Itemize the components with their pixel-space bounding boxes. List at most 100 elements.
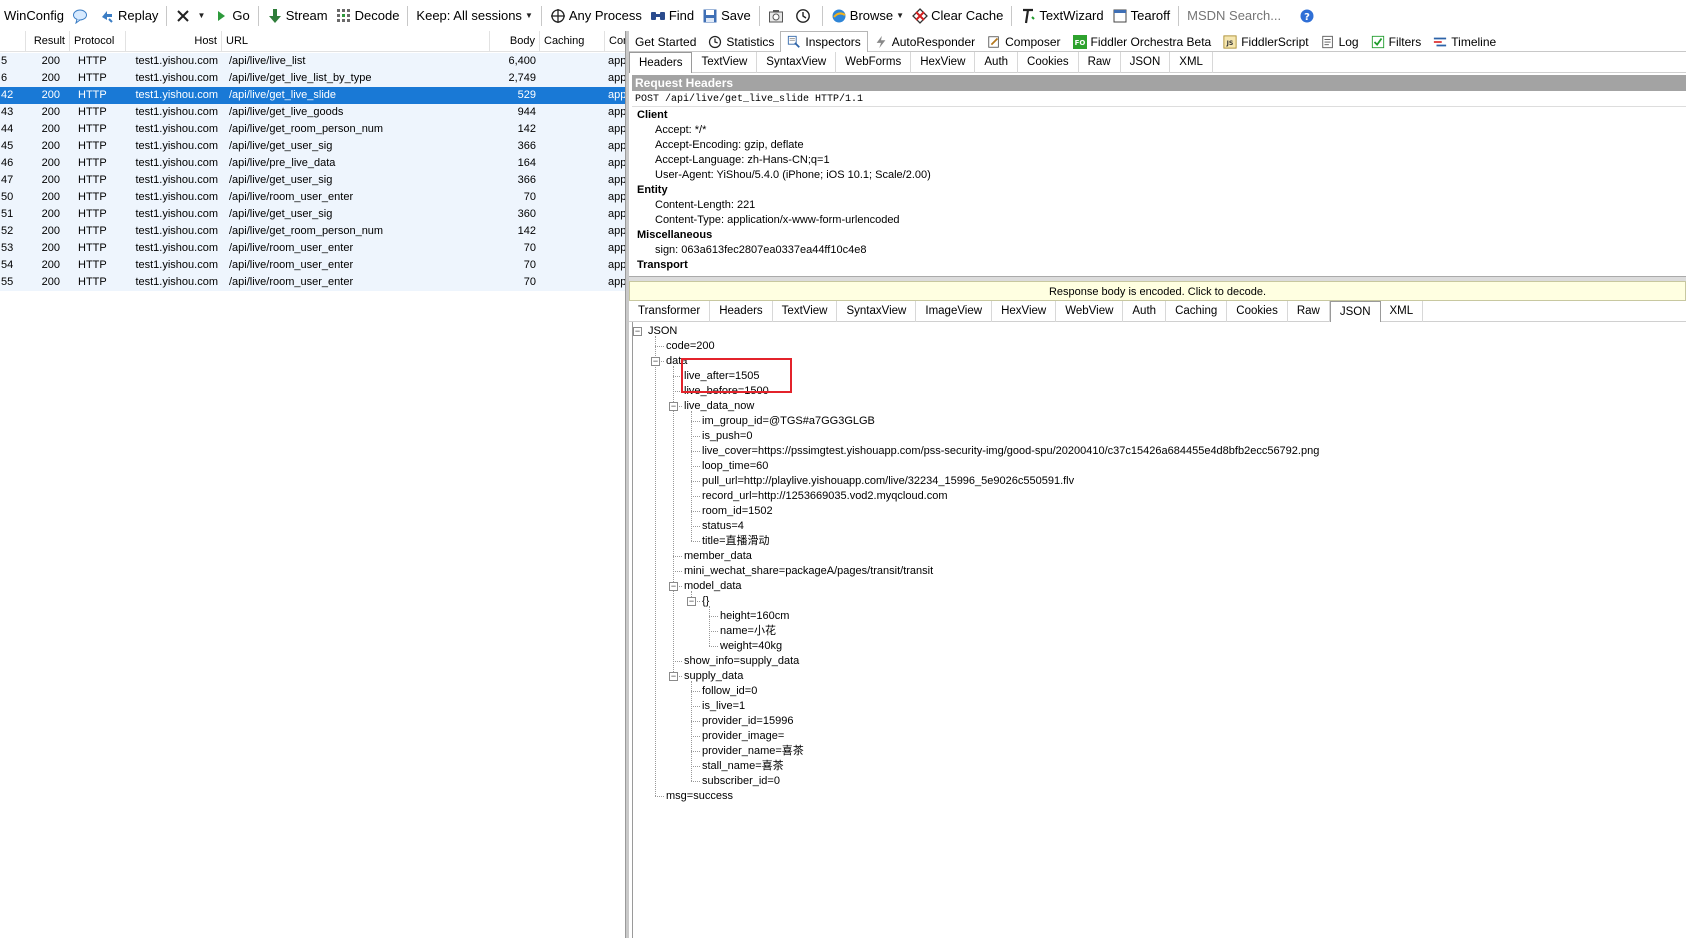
tab-fiddler-orchestra-beta[interactable]: FO Fiddler Orchestra Beta [1067,31,1218,52]
json-tree-node[interactable]: provider_id=15996 [702,714,793,729]
json-tree-node[interactable]: pull_url=http://playlive.yishouapp.com/l… [702,474,1074,489]
json-tree-node[interactable]: record_url=http://1253669035.vod2.myqclo… [702,489,948,504]
request-tab-raw[interactable]: Raw [1079,52,1121,73]
json-tree-node[interactable]: follow_id=0 [702,684,757,699]
collapse-toggle-icon[interactable]: − [669,672,678,681]
collapse-toggle-icon[interactable]: − [687,597,696,606]
json-tree-node[interactable]: mini_wechat_share=packageA/pages/transit… [684,564,933,579]
column-caching[interactable]: Caching [540,31,605,52]
collapse-toggle-icon[interactable]: − [669,402,678,411]
request-tab-xml[interactable]: XML [1170,52,1213,73]
collapse-toggle-icon[interactable]: − [633,327,642,336]
json-tree-node[interactable]: code=200 [666,339,715,354]
json-tree-node[interactable]: weight=40kg [720,639,782,654]
tab-composer[interactable]: Composer [981,31,1066,52]
toolbar-camera-button[interactable] [764,0,791,31]
response-tab-imageview[interactable]: ImageView [916,301,993,322]
request-tab-webforms[interactable]: WebForms [836,52,912,73]
toolbar-decode-button[interactable]: Decode [332,0,404,31]
session-row[interactable]: 51 200 HTTP test1.yishou.com/api/live/get_u… [0,206,625,223]
response-tab-json[interactable]: JSON [1329,301,1381,322]
toolbar-keep-all-sessions-button[interactable]: Keep: All sessions ▼ [412,0,536,31]
request-tab-headers[interactable]: Headers [629,52,693,73]
toolbar-comment-button[interactable] [68,0,95,31]
column-body[interactable]: Body [490,31,540,52]
request-tab-cookies[interactable]: Cookies [1018,52,1079,73]
json-tree-node[interactable]: room_id=1502 [702,504,773,519]
session-row[interactable]: 6 200 HTTP test1.yishou.com/api/live/get_li… [0,70,625,87]
json-tree-node[interactable]: height=160cm [720,609,789,624]
response-tab-cookies[interactable]: Cookies [1227,301,1288,322]
session-row[interactable]: 47 200 HTTP test1.yishou.com/api/live/get_u… [0,172,625,189]
response-tab-xml[interactable]: XML [1381,301,1424,322]
toolbar-replay-button[interactable]: Replay [95,0,162,31]
response-tab-headers[interactable]: Headers [710,301,773,322]
json-tree-node[interactable]: name=小花 [720,624,776,639]
request-tab-auth[interactable]: Auth [975,52,1019,73]
json-tree-node[interactable]: live_data_now [684,399,754,414]
msdn-search-input[interactable] [1183,8,1294,23]
tab-get-started[interactable]: Get Started [629,31,702,52]
column-host[interactable]: ⌄Host [126,31,222,52]
session-row[interactable]: 5 200 HTTP test1.yishou.com/api/live/live_l… [0,53,625,70]
json-tree-node[interactable]: subscriber_id=0 [702,774,780,789]
column-url[interactable]: URL [222,31,490,52]
json-tree-node[interactable]: status=4 [702,519,744,534]
response-tab-textview[interactable]: TextView [773,301,838,322]
response-tab-transformer[interactable]: Transformer [629,301,711,322]
json-tree-node[interactable]: model_data [684,579,742,594]
json-tree-node[interactable]: provider_name=喜茶 [702,744,804,759]
json-tree-node[interactable]: live_cover=https://pssimgtest.yishouapp.… [702,444,1319,459]
toolbar-find-button[interactable]: Find [646,0,698,31]
tab-statistics[interactable]: Statistics [702,31,780,52]
session-row[interactable]: 53 200 HTTP test1.yishou.com/api/live/room_… [0,240,625,257]
tab-log[interactable]: Log [1315,31,1365,52]
json-tree-node[interactable]: msg=success [666,789,733,804]
json-tree-node[interactable]: member_data [684,549,752,564]
toolbar-timer-button[interactable] [791,0,818,31]
tab-fiddlerscript[interactable]: JS FiddlerScript [1217,31,1314,52]
session-row[interactable]: 50 200 HTTP test1.yishou.com/api/live/room_… [0,189,625,206]
toolbar-save-button[interactable]: Save [698,0,755,31]
response-tab-webview[interactable]: WebView [1056,301,1124,322]
session-row[interactable]: 52 200 HTTP test1.yishou.com/api/live/get_r… [0,223,625,240]
tab-autoresponder[interactable]: AutoResponder [868,31,981,52]
toolbar-remove-button[interactable]: ▼ [171,0,209,31]
tab-filters[interactable]: Filters [1365,31,1428,52]
response-tab-hexview[interactable]: HexView [992,301,1057,322]
toolbar-clear-cache-button[interactable]: Clear Cache [908,0,1007,31]
json-tree-node[interactable]: provider_image= [702,729,784,744]
toolbar-stream-button[interactable]: Stream [263,0,332,31]
toolbar-any-process-button[interactable]: Any Process [546,0,646,31]
json-tree-node[interactable]: {} [702,594,709,609]
collapse-toggle-icon[interactable]: − [669,582,678,591]
session-row[interactable]: 44 200 HTTP test1.yishou.com/api/live/get_r… [0,121,625,138]
toolbar-tearoff-button[interactable]: Tearoff [1108,0,1175,31]
column-number[interactable] [0,31,26,52]
request-tab-json[interactable]: JSON [1121,52,1171,73]
toolbar-textwizard-button[interactable]: TextWizard [1016,0,1107,31]
response-tab-raw[interactable]: Raw [1288,301,1330,322]
toolbar-go-button[interactable]: Go [209,0,253,31]
help-icon[interactable]: ? [1299,8,1315,24]
request-tab-textview[interactable]: TextView [692,52,758,73]
column-content-type[interactable]: Cor [605,31,625,52]
request-tab-syntaxview[interactable]: SyntaxView [757,52,837,73]
json-tree-node[interactable]: JSON [648,324,677,339]
json-tree-node[interactable]: show_info=supply_data [684,654,799,669]
json-tree-node[interactable]: im_group_id=@TGS#a7GG3GLGB [702,414,875,429]
session-row[interactable]: 54 200 HTTP test1.yishou.com/api/live/room_… [0,257,625,274]
session-row[interactable]: 46 200 HTTP test1.yishou.com/api/live/pre_l… [0,155,625,172]
json-tree-node[interactable]: is_live=1 [702,699,745,714]
collapse-toggle-icon[interactable]: − [651,357,660,366]
toolbar-browse-button[interactable]: Browse ▼ [827,0,908,31]
tab-inspectors[interactable]: Inspectors [780,31,868,52]
decode-notice-bar[interactable]: Response body is encoded. Click to decod… [629,281,1686,301]
session-row[interactable]: 55 200 HTTP test1.yishou.com/api/live/room_… [0,274,625,291]
response-tab-syntaxview[interactable]: SyntaxView [837,301,917,322]
json-tree-node[interactable]: loop_time=60 [702,459,768,474]
toolbar-winconfig-button[interactable]: WinConfig [0,0,68,31]
json-tree-node[interactable]: stall_name=喜茶 [702,759,784,774]
json-tree-node[interactable]: title=直播滑动 [702,534,770,549]
tab-timeline[interactable]: Timeline [1427,31,1502,52]
